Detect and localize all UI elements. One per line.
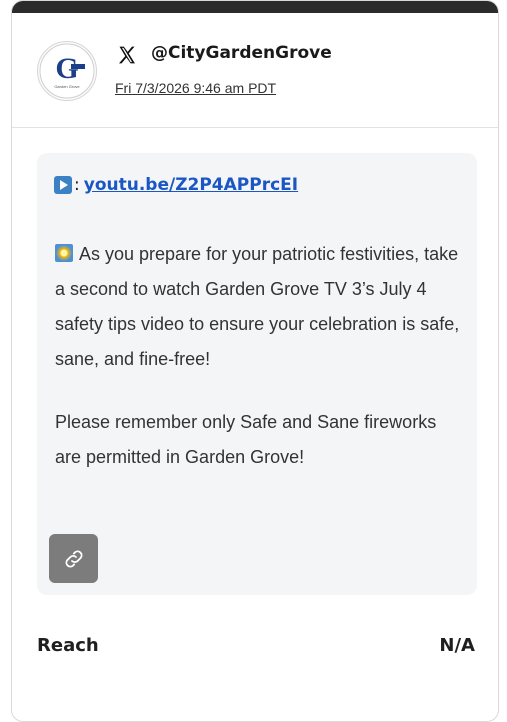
card-top-bar	[12, 1, 498, 13]
reach-label: Reach	[37, 635, 99, 656]
post-paragraph-2: Please remember only Safe and Sane firew…	[55, 412, 437, 467]
garden-grove-logo-icon: G Garden Grove	[39, 43, 95, 99]
post-card: G Garden Grove @CityGardenGrove Fri 7/3/…	[11, 0, 499, 722]
reach-value: N/A	[439, 635, 475, 656]
link-icon	[65, 550, 82, 567]
copy-link-button[interactable]	[49, 534, 98, 583]
post-paragraph-1: As you prepare for your patriotic festiv…	[55, 237, 465, 377]
x-logo-icon	[119, 46, 135, 64]
header-divider	[12, 127, 498, 128]
avatar[interactable]: G Garden Grove	[37, 41, 97, 101]
paragraph-1-text: As you prepare for your patriotic festiv…	[55, 244, 460, 369]
post-header: G Garden Grove @CityGardenGrove Fri 7/3/…	[12, 13, 498, 127]
avatar-text: Garden Grove	[54, 84, 80, 89]
video-link-line: : youtu.be/Z2P4APPrcEI	[54, 175, 298, 195]
post-content: : youtu.be/Z2P4APPrcEI As you prepare fo…	[37, 153, 477, 595]
sparkler-emoji-icon	[55, 244, 73, 262]
play-button-icon	[54, 176, 72, 194]
post-date-link[interactable]: Fri 7/3/2026 9:46 am PDT	[115, 80, 276, 96]
link-prefix: :	[74, 175, 80, 195]
account-handle[interactable]: @CityGardenGrove	[151, 43, 332, 63]
youtube-link[interactable]: youtu.be/Z2P4APPrcEI	[84, 175, 298, 195]
